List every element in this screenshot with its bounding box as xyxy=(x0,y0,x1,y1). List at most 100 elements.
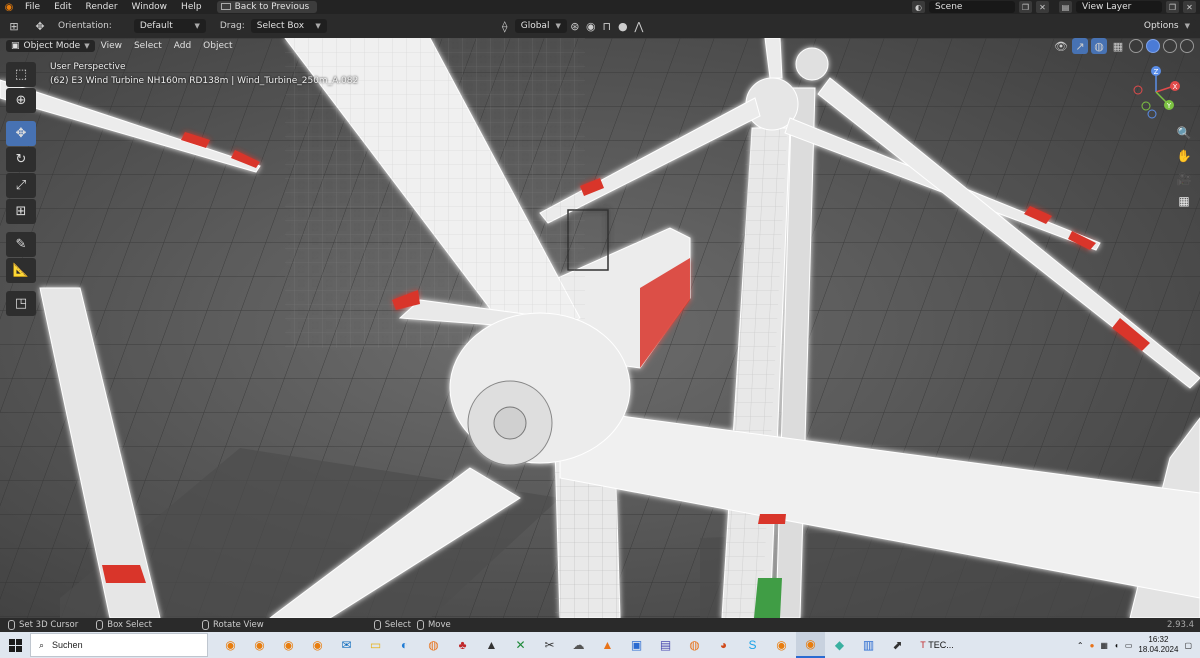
vlc-icon[interactable]: ▲ xyxy=(593,632,622,658)
transform-orientation-value: Global xyxy=(520,21,550,31)
blender-app-icon[interactable]: ◉ xyxy=(245,632,274,658)
annotate-icon[interactable]: ✎ xyxy=(6,232,36,257)
blender-app-icon[interactable]: ◉ xyxy=(274,632,303,658)
pointer-app-icon[interactable]: ⬈ xyxy=(883,632,912,658)
zoom-icon[interactable]: 🔍 xyxy=(1174,123,1194,143)
copy-scene-icon[interactable]: ❐ xyxy=(1019,1,1032,13)
blender-app-icon[interactable]: ◉ xyxy=(216,632,245,658)
camera-icon[interactable]: 🎥 xyxy=(1174,169,1194,189)
chevron-down-icon: ▼ xyxy=(555,22,561,30)
move-tool-icon[interactable]: ✥ xyxy=(32,18,48,34)
falloff-icon[interactable]: ⋀ xyxy=(631,18,647,34)
outlook-icon[interactable]: ✉ xyxy=(332,632,361,658)
menu-help[interactable]: Help xyxy=(174,2,209,12)
delete-scene-icon[interactable]: ✕ xyxy=(1036,1,1049,13)
view-layer-label: View Layer xyxy=(1082,2,1132,12)
cursor-icon[interactable]: ⊕ xyxy=(6,88,36,113)
status-set-3d-cursor-label: Set 3D Cursor xyxy=(19,620,79,630)
file-explorer-icon[interactable]: ▭ xyxy=(361,632,390,658)
blender-active-app-icon[interactable]: ◉ xyxy=(796,632,825,658)
transform-orientation-icon[interactable]: ⟠ xyxy=(497,18,513,34)
menu-view[interactable]: View xyxy=(95,41,128,51)
axis-x-label: X xyxy=(1173,83,1178,91)
view-layer-icon[interactable]: ▤ xyxy=(1059,1,1072,13)
xray-icon[interactable]: ▦ xyxy=(1110,38,1126,54)
save-app-icon[interactable]: ▤ xyxy=(651,632,680,658)
gimp-icon[interactable]: ◕ xyxy=(709,632,738,658)
inkscape-icon[interactable]: ▲ xyxy=(477,632,506,658)
excel-icon[interactable]: ✕ xyxy=(506,632,535,658)
material-shading-icon[interactable] xyxy=(1163,39,1177,53)
3d-viewport[interactable]: User Perspective (62) E3 Wind Turbine NH… xyxy=(0,38,1200,618)
start-button[interactable] xyxy=(0,632,30,658)
menu-object[interactable]: Object xyxy=(197,41,238,51)
battery-icon[interactable]: ▭ xyxy=(1125,641,1133,650)
status-move: Move xyxy=(416,620,451,630)
firefox-icon[interactable]: ◍ xyxy=(680,632,709,658)
transform-orientation-dropdown[interactable]: Global ▼ xyxy=(514,19,567,33)
proportional-edit-icon[interactable]: ● xyxy=(615,18,631,34)
chevron-up-icon[interactable]: ⌃ xyxy=(1077,641,1084,650)
scene-icon[interactable]: ◐ xyxy=(912,1,925,13)
blender-app-icon[interactable]: ◉ xyxy=(767,632,796,658)
cloud-app-icon[interactable]: ☁ xyxy=(564,632,593,658)
options-dropdown[interactable]: Options ▼ xyxy=(1137,19,1196,33)
navigation-gizmo[interactable]: Z X Y xyxy=(1128,62,1192,122)
clock[interactable]: 16:32 18.04.2024 xyxy=(1138,635,1178,655)
paw-app-icon[interactable]: ♣ xyxy=(448,632,477,658)
tec-app-icon[interactable]: T TEC... xyxy=(912,632,962,658)
measure-icon[interactable]: 📐 xyxy=(6,258,36,283)
add-cube-icon[interactable]: ◳ xyxy=(6,291,36,316)
snap-target-icon[interactable]: ⊓ xyxy=(599,18,615,34)
menu-edit[interactable]: Edit xyxy=(47,2,78,12)
notes-app-icon[interactable]: ◆ xyxy=(825,632,854,658)
tec-app-glyph: T xyxy=(920,640,926,650)
notification-icon[interactable]: ▢ xyxy=(1184,641,1192,650)
overlay-toggle-icon[interactable]: ◍ xyxy=(1091,38,1107,54)
windows-taskbar: ⌕ Suchen ◉ ◉ ◉ ◉ ✉ ▭ ◐ ◍ ♣ ▲ ✕ ✂ ☁ ▲ ▣ ▤… xyxy=(0,632,1200,658)
blender-icon[interactable]: ◉ xyxy=(0,0,18,14)
photos-icon[interactable]: ▣ xyxy=(622,632,651,658)
menu-add[interactable]: Add xyxy=(168,41,197,51)
snap-icon[interactable]: ◉ xyxy=(583,18,599,34)
object-mode-icon: ▣ xyxy=(11,41,20,51)
solid-shading-icon[interactable] xyxy=(1146,39,1160,53)
tool-header: ⊞ ✥ Orientation: Default ▼ Drag: Select … xyxy=(0,14,1200,38)
skype-icon[interactable]: S xyxy=(738,632,767,658)
rotate-icon[interactable]: ↻ xyxy=(6,147,36,172)
gizmo-toggle-icon[interactable]: ↗ xyxy=(1072,38,1088,54)
grid-view-icon[interactable]: ▦ xyxy=(1174,191,1194,211)
back-to-previous-button[interactable]: Back to Previous xyxy=(216,1,318,13)
wireframe-shading-icon[interactable] xyxy=(1129,39,1143,53)
object-mode-dropdown[interactable]: ▣ Object Mode ▼ xyxy=(6,40,95,52)
pan-icon[interactable]: ✋ xyxy=(1174,146,1194,166)
scale-icon[interactable]: ⤢ xyxy=(6,173,36,198)
left-toolbar: ⬚ ⊕ ✥ ↻ ⤢ ⊞ ✎ 📐 ◳ xyxy=(6,62,36,316)
editor-type-icon[interactable]: ⊞ xyxy=(6,18,22,34)
transform-icon[interactable]: ⊞ xyxy=(6,199,36,224)
menu-window[interactable]: Window xyxy=(125,2,175,12)
network-icon[interactable]: ▦ xyxy=(1100,641,1108,650)
rendered-shading-icon[interactable] xyxy=(1180,39,1194,53)
menu-select[interactable]: Select xyxy=(128,41,168,51)
view-layer-field[interactable]: View Layer xyxy=(1076,1,1162,13)
drag-dropdown[interactable]: Select Box ▼ xyxy=(250,19,327,33)
blender-app-icon[interactable]: ◉ xyxy=(303,632,332,658)
scissors-icon[interactable]: ✂ xyxy=(535,632,564,658)
copy-view-layer-icon[interactable]: ❐ xyxy=(1166,1,1179,13)
visibility-icon[interactable]: 👁 xyxy=(1053,38,1069,54)
menu-render[interactable]: Render xyxy=(79,2,125,12)
volume-icon[interactable]: ◖ xyxy=(1114,641,1119,650)
orientation-dropdown[interactable]: Default ▼ xyxy=(133,19,206,33)
edge-icon[interactable]: ◐ xyxy=(390,632,419,658)
firefox-icon[interactable]: ◍ xyxy=(419,632,448,658)
remote-desktop-icon[interactable]: ▥ xyxy=(854,632,883,658)
tray-app-icon[interactable]: ● xyxy=(1090,641,1095,650)
move-icon[interactable]: ✥ xyxy=(6,121,36,146)
select-box-icon[interactable]: ⬚ xyxy=(6,62,36,87)
menu-file[interactable]: File xyxy=(18,2,47,12)
scene-field[interactable]: Scene xyxy=(929,1,1015,13)
delete-view-layer-icon[interactable]: ✕ xyxy=(1183,1,1196,13)
pivot-point-icon[interactable]: ⊛ xyxy=(567,18,583,34)
taskbar-search[interactable]: ⌕ Suchen xyxy=(30,633,208,657)
